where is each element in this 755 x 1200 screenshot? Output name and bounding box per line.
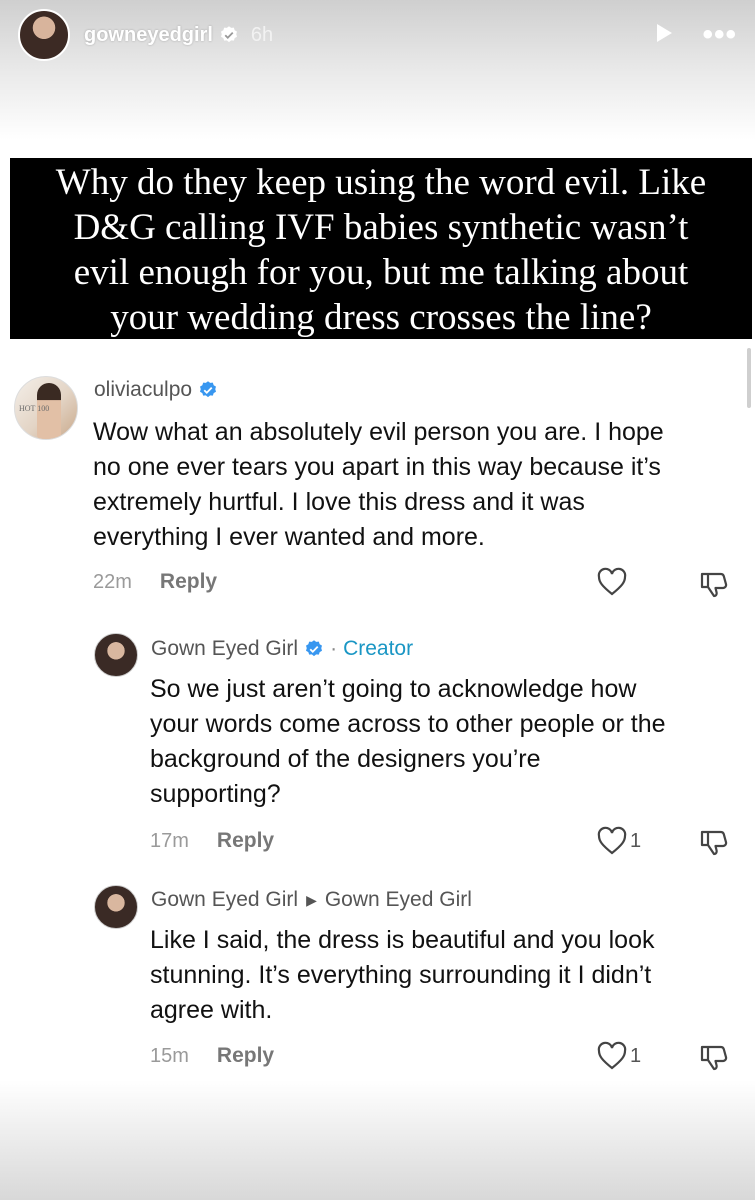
comment-author[interactable]: Gown Eyed Girl <box>151 888 298 912</box>
story-caption: Why do they keep using the word evil. Li… <box>10 158 752 339</box>
comment-author-line: oliviaculpo <box>94 378 218 402</box>
scrollbar[interactable] <box>747 348 751 408</box>
verified-badge-icon <box>198 380 218 400</box>
reply-to-author[interactable]: Gown Eyed Girl <box>325 888 472 912</box>
avatar[interactable]: HOT 100 <box>14 376 78 440</box>
comment-text-line: everything I ever wanted and more. <box>93 523 485 551</box>
avatar[interactable] <box>94 633 138 677</box>
comment-text-line: supporting? <box>150 780 281 808</box>
story-time: 6h <box>250 23 274 46</box>
like-count: 1 <box>630 1044 642 1067</box>
comment-text: So we just aren’t going to acknowledge h… <box>150 672 666 812</box>
comment-time: 15m <box>150 1044 189 1067</box>
creator-tag: Creator <box>343 637 414 660</box>
comment-text-line: agree with. <box>150 996 273 1024</box>
comment-time: 22m <box>93 570 132 593</box>
comment-meta: 15m Reply <box>150 1044 274 1068</box>
comment-author[interactable]: oliviaculpo <box>94 378 192 402</box>
caption-line: D&G calling IVF babies synthetic wasn’t <box>73 207 689 248</box>
comment-author-line: Gown Eyed Girl ▶ Gown Eyed Girl <box>151 888 472 912</box>
comment-text-line: no one ever tears you apart in this way … <box>93 453 661 481</box>
comment-text: Wow what an absolutely evil person you a… <box>93 415 664 555</box>
verified-badge-icon <box>219 25 239 45</box>
thumbs-down-icon[interactable] <box>698 568 730 600</box>
header-actions: ••• <box>652 20 737 50</box>
comment-text-line: background of the designers you’re <box>150 745 541 773</box>
heart-icon <box>597 826 627 855</box>
comment-meta: 17m Reply <box>150 829 274 853</box>
heart-icon <box>597 567 627 596</box>
avatar-cover-text: HOT 100 <box>19 404 50 413</box>
comment-text-line: Like I said, the dress is beautiful and … <box>150 926 655 954</box>
heart-icon <box>597 1041 627 1070</box>
comment-author-line: Gown Eyed Girl · Creator <box>151 637 413 661</box>
comment-meta: 22m Reply <box>93 570 217 594</box>
like-button[interactable] <box>596 567 628 597</box>
story-username[interactable]: gowneyedgirl <box>84 24 213 47</box>
comment-text-line: your words come across to other people o… <box>150 710 666 738</box>
reply-button[interactable]: Reply <box>217 1044 274 1068</box>
story-avatar[interactable] <box>18 9 70 61</box>
reply-button[interactable]: Reply <box>217 829 274 853</box>
more-options-icon[interactable]: ••• <box>702 20 737 50</box>
comment-author[interactable]: Gown Eyed Girl <box>151 637 298 661</box>
comment-text-line: So we just aren’t going to acknowledge h… <box>150 675 637 703</box>
play-icon[interactable] <box>652 21 676 50</box>
caption-line: your wedding dress crosses the line? <box>110 297 652 338</box>
thumbs-down-icon[interactable] <box>698 826 730 858</box>
reply-arrow-icon: ▶ <box>306 891 317 908</box>
caption-line: Why do they keep using the word evil. Li… <box>55 162 707 203</box>
verified-badge-icon <box>304 639 324 659</box>
comment-text-line: Wow what an absolutely evil person you a… <box>93 418 664 446</box>
reply-button[interactable]: Reply <box>160 570 217 594</box>
comment-text: Like I said, the dress is beautiful and … <box>150 923 654 1028</box>
caption-line: evil enough for you, but me talking abou… <box>73 252 689 293</box>
story-header: gowneyedgirl 6h ••• <box>18 9 737 61</box>
separator-dot: · <box>330 637 338 660</box>
comment-time: 17m <box>150 829 189 852</box>
like-count: 1 <box>630 829 642 852</box>
like-button[interactable]: 1 <box>596 826 641 856</box>
comment-text-line: extremely hurtful. I love this dress and… <box>93 488 585 516</box>
like-button[interactable]: 1 <box>596 1041 641 1071</box>
avatar[interactable] <box>94 885 138 929</box>
comment-text-line: stunning. It’s everything surrounding it… <box>150 961 652 989</box>
thumbs-down-icon[interactable] <box>698 1041 730 1073</box>
